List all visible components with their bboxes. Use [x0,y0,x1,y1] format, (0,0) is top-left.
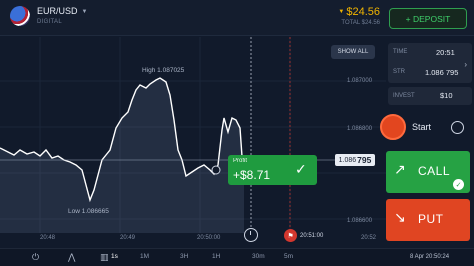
time-box[interactable]: TIME 20:51 STR 1.086 795 › [388,43,472,83]
entry-marker [211,165,221,175]
time-tick: 20:49 [120,235,136,241]
interval-1h[interactable]: 1H [212,253,220,260]
show-all-button[interactable]: SHOW ALL [331,45,375,59]
chart-type-icon[interactable]: ▥ [100,252,109,263]
strike-label: STR [393,69,405,75]
call-label: CALL [418,164,451,178]
deposit-button[interactable]: + DEPOSIT [389,8,467,29]
profit-box: Profit +$8.71 ✓ [228,155,317,185]
time-value: 20:51 [436,48,455,57]
profit-title: Profit [233,158,248,164]
interval-1s[interactable]: 1s [111,253,118,260]
top-bar: EUR/USD ▼ DIGITAL ▼ $24.56 TOTAL $24.56 … [0,0,474,36]
start-label[interactable]: Start [412,122,431,132]
price-area [0,78,244,233]
drawing-tool-icon[interactable]: ⋀ [68,252,75,263]
current-price-tag: 1.086 795 [335,154,375,166]
bottom-toolbar: ⏻ ⋀ ▥ 1s 1M 3H 1H 30m 5m 8 Apr 20:50:24 [0,248,474,266]
asset-name: EUR/USD ▼ [37,7,87,16]
stopwatch-icon[interactable] [451,121,464,134]
time-tick: 20:48 [40,235,56,241]
put-label: PUT [418,212,444,226]
price-chart[interactable] [0,37,386,247]
bell-icon[interactable]: ⏻ [32,252,39,263]
asset-selector[interactable]: EUR/USD ▼ DIGITAL [10,6,87,26]
arrow-down-right-icon: ↘ [394,209,406,225]
call-button[interactable]: ↗ CALL ✓ [386,151,470,193]
price-tick: 1.087000 [347,78,373,84]
invest-value: $10 [440,91,453,100]
current-price-prefix: 1.086 [338,156,357,164]
chevron-down-icon: ▼ [338,9,345,15]
price-tick: 1.086800 [347,126,373,132]
time-tick: 20:50:00 [197,235,221,241]
interval-1m[interactable]: 1M [140,253,149,260]
interval-3h[interactable]: 3H [180,253,188,260]
price-tick: 1.086600 [347,218,373,224]
current-datetime: 8 Apr 20:50:24 [410,254,450,260]
record-button[interactable] [380,114,406,140]
eur-usd-flag-icon [10,6,30,26]
balance-amount: ▼ $24.56 [330,6,380,18]
interval-30m[interactable]: 30m [252,253,265,260]
low-label: Low 1.086665 [68,208,109,215]
profit-value: +$8.71 [233,168,271,182]
strike-value: 1.086 795 [425,68,459,77]
finish-flag-icon: ⚑ [284,229,297,242]
balance-value: $24.56 [346,6,380,18]
check-icon: ✓ [453,179,464,190]
asset-type: DIGITAL [37,19,62,25]
balance-selector[interactable]: ▼ $24.56 TOTAL $24.56 [330,6,380,26]
put-button[interactable]: ↘ PUT [386,199,470,241]
asset-name-label: EUR/USD [37,6,78,16]
chevron-right-icon: › [464,60,467,69]
invest-label: INVEST [393,93,415,99]
current-price-suffix: 795 [357,155,372,165]
expiration-time: 20:51:00 [300,233,324,239]
check-icon: ✓ [295,161,307,177]
chevron-down-icon: ▼ [81,8,88,15]
time-tick: 20:52 [361,235,377,241]
time-label: TIME [393,49,408,55]
asset-text: EUR/USD ▼ DIGITAL [37,7,87,26]
interval-5m[interactable]: 5m [284,253,293,260]
price-chart-svg [0,37,386,233]
high-label: High 1.087025 [142,67,185,74]
arrow-up-right-icon: ↗ [394,161,406,177]
invest-box[interactable]: INVEST $10 [388,87,472,105]
timer-icon [244,228,258,242]
balance-total: TOTAL $24.56 [341,20,380,26]
